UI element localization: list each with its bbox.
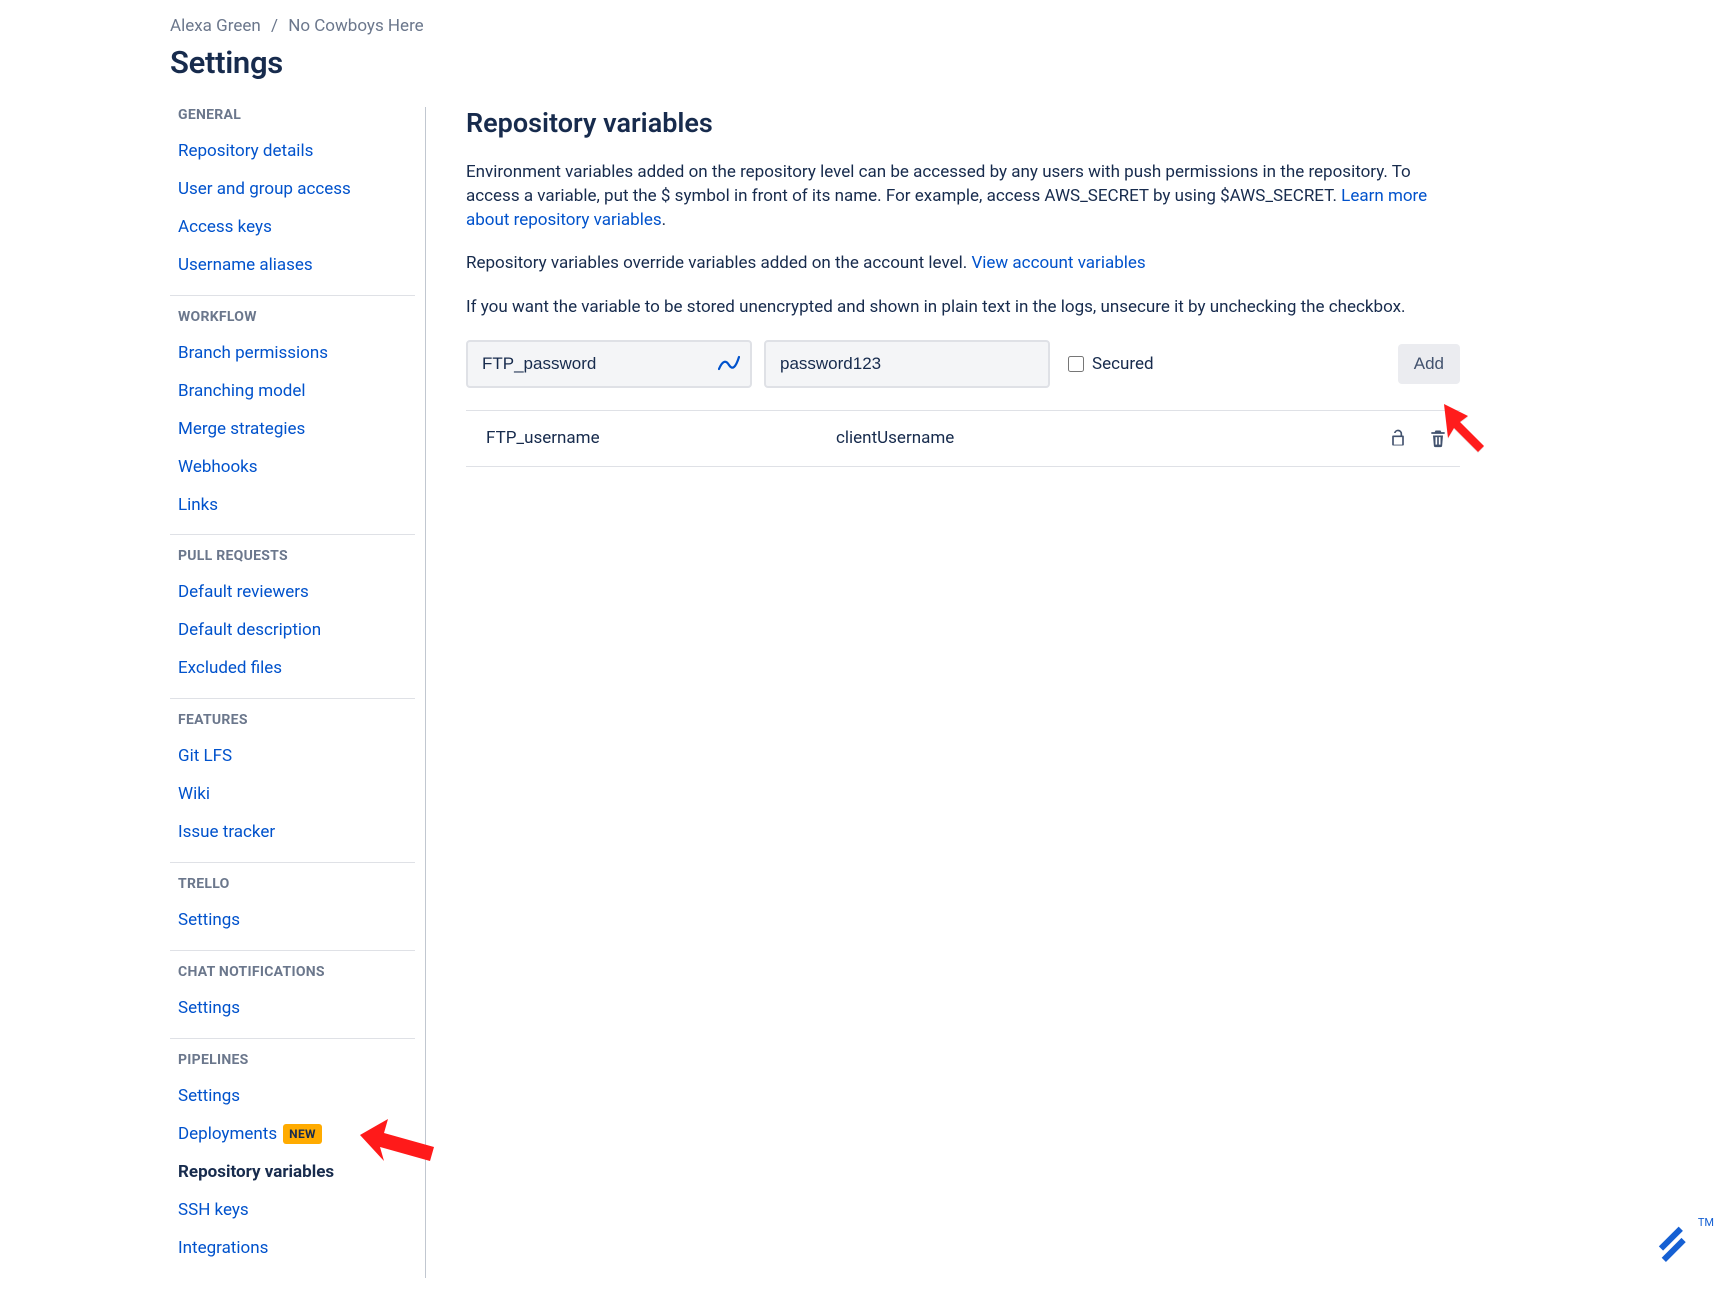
description-paragraph-1: Environment variables added on the repos… bbox=[466, 161, 1460, 232]
sidebar-item-settings[interactable]: Settings bbox=[170, 990, 415, 1028]
sidebar-item-label: Username aliases bbox=[178, 254, 313, 277]
sidebar-item-label: Settings bbox=[178, 1085, 240, 1108]
sidebar-item-label: Repository details bbox=[178, 140, 313, 163]
breadcrumb-owner[interactable]: Alexa Green bbox=[170, 16, 261, 36]
secured-label[interactable]: Secured bbox=[1092, 354, 1154, 374]
sidebar-item-links[interactable]: Links bbox=[170, 487, 415, 525]
sidebar-item-branching-model[interactable]: Branching model bbox=[170, 373, 415, 411]
add-button[interactable]: Add bbox=[1398, 344, 1460, 384]
description-paragraph-2: Repository variables override variables … bbox=[466, 252, 1460, 276]
sidebar-item-settings[interactable]: Settings bbox=[170, 1078, 415, 1116]
sidebar-item-label: User and group access bbox=[178, 178, 351, 201]
sidebar-item-label: Webhooks bbox=[178, 456, 258, 479]
sidebar-item-label: Default description bbox=[178, 619, 321, 642]
sidebar-group-label: TRELLO bbox=[170, 876, 415, 892]
sidebar-item-access-keys[interactable]: Access keys bbox=[170, 209, 415, 247]
sidebar-item-label: Branching model bbox=[178, 380, 306, 403]
sidebar-item-webhooks[interactable]: Webhooks bbox=[170, 449, 415, 487]
variable-row: FTP_usernameclientUsername bbox=[466, 411, 1460, 467]
variable-value-input[interactable] bbox=[764, 340, 1050, 388]
brand-mark: TM bbox=[1650, 1222, 1696, 1272]
sidebar-item-label: Wiki bbox=[178, 783, 210, 806]
breadcrumb-repo[interactable]: No Cowboys Here bbox=[288, 16, 424, 36]
sidebar-item-label: Default reviewers bbox=[178, 581, 309, 604]
page-title: Settings bbox=[170, 44, 1460, 81]
sidebar-item-issue-tracker[interactable]: Issue tracker bbox=[170, 814, 415, 852]
secured-checkbox[interactable] bbox=[1068, 356, 1084, 372]
sidebar-item-git-lfs[interactable]: Git LFS bbox=[170, 738, 415, 776]
settings-sidebar: GENERAL Repository details User and group … bbox=[170, 107, 426, 1278]
sidebar-item-repository-details[interactable]: Repository details bbox=[170, 133, 415, 171]
view-account-variables-link[interactable]: View account variables bbox=[971, 253, 1145, 273]
unlock-icon[interactable] bbox=[1388, 428, 1408, 448]
variable-name-cell: FTP_username bbox=[466, 428, 836, 448]
sidebar-item-ssh-keys[interactable]: SSH keys bbox=[170, 1192, 415, 1230]
sidebar-item-excluded-files[interactable]: Excluded files bbox=[170, 650, 415, 688]
sidebar-item-wiki[interactable]: Wiki bbox=[170, 776, 415, 814]
sidebar-item-label: Branch permissions bbox=[178, 342, 328, 365]
sidebar-group-label: PULL REQUESTS bbox=[170, 548, 415, 564]
sidebar-item-label: Git LFS bbox=[178, 745, 232, 768]
sidebar-item-user-and-group-access[interactable]: User and group access bbox=[170, 171, 415, 209]
sidebar-item-label: Settings bbox=[178, 909, 240, 932]
sidebar-item-label: Access keys bbox=[178, 216, 272, 239]
sidebar-item-label: Excluded files bbox=[178, 657, 282, 680]
sidebar-item-label: Merge strategies bbox=[178, 418, 305, 441]
sidebar-item-merge-strategies[interactable]: Merge strategies bbox=[170, 411, 415, 449]
sidebar-group-label: PIPELINES bbox=[170, 1052, 415, 1068]
sidebar-group-label: WORKFLOW bbox=[170, 309, 415, 325]
sidebar-item-repository-variables[interactable]: Repository variables bbox=[170, 1154, 415, 1192]
section-title: Repository variables bbox=[466, 107, 1460, 139]
trash-icon[interactable] bbox=[1428, 428, 1448, 448]
variable-name-input[interactable] bbox=[466, 340, 752, 388]
sidebar-item-default-description[interactable]: Default description bbox=[170, 612, 415, 650]
breadcrumb-separator: / bbox=[271, 16, 278, 36]
breadcrumb: Alexa Green / No Cowboys Here bbox=[170, 16, 1460, 36]
main-content: Repository variables Environment variabl… bbox=[466, 107, 1460, 1278]
sidebar-item-label: Integrations bbox=[178, 1237, 268, 1260]
new-badge: NEW bbox=[283, 1124, 322, 1144]
sidebar-item-label: Links bbox=[178, 494, 218, 517]
sidebar-item-username-aliases[interactable]: Username aliases bbox=[170, 247, 415, 285]
sidebar-group-label: FEATURES bbox=[170, 712, 415, 728]
sidebar-group-label: CHAT NOTIFICATIONS bbox=[170, 964, 415, 980]
sidebar-item-label: Issue tracker bbox=[178, 821, 275, 844]
description-paragraph-3: If you want the variable to be stored un… bbox=[466, 296, 1460, 320]
tm-text: TM bbox=[1698, 1216, 1714, 1229]
sidebar-group-label: GENERAL bbox=[170, 107, 415, 123]
add-variable-form: Secured Add bbox=[466, 340, 1460, 388]
sidebar-item-label: SSH keys bbox=[178, 1199, 249, 1222]
sidebar-item-integrations[interactable]: Integrations bbox=[170, 1230, 415, 1268]
variable-value-cell: clientUsername bbox=[836, 428, 1388, 448]
sidebar-item-deployments[interactable]: Deployments NEW bbox=[170, 1116, 415, 1154]
variables-table: FTP_usernameclientUsername bbox=[466, 410, 1460, 467]
sidebar-item-label: Repository variables bbox=[178, 1161, 334, 1184]
sidebar-item-label: Settings bbox=[178, 997, 240, 1020]
sidebar-item-branch-permissions[interactable]: Branch permissions bbox=[170, 335, 415, 373]
sidebar-item-label: Deployments bbox=[178, 1123, 277, 1146]
sidebar-item-settings[interactable]: Settings bbox=[170, 902, 415, 940]
sidebar-item-default-reviewers[interactable]: Default reviewers bbox=[170, 574, 415, 612]
